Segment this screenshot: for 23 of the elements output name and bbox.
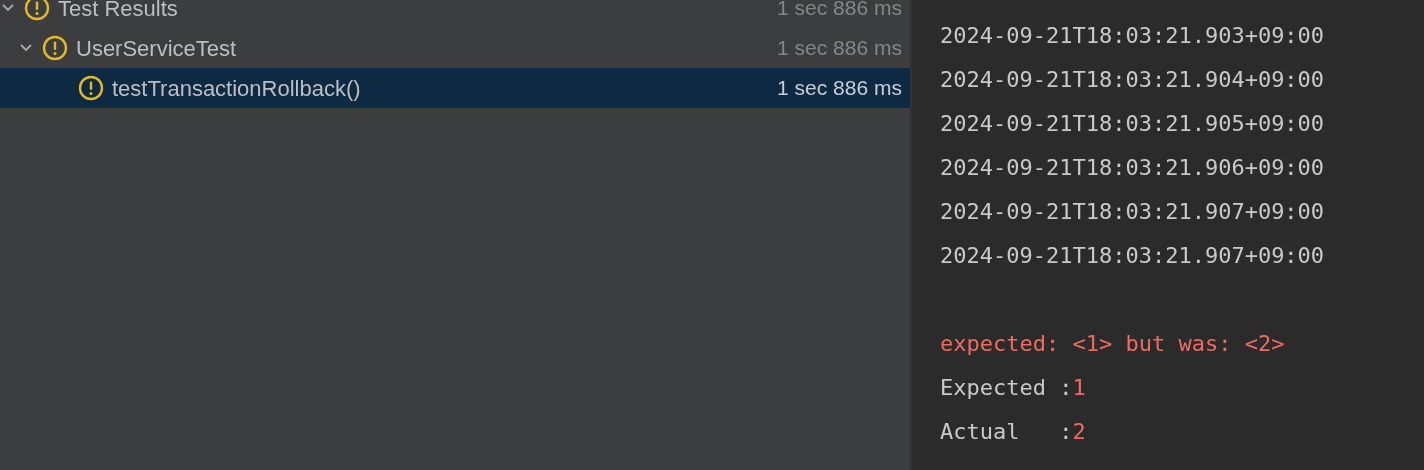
tree-row[interactable]: Test Results 1 sec 886 ms	[0, 0, 910, 28]
error-message: expected: <1> but was: <2>	[940, 329, 1285, 358]
log-line: 2024-09-21T18:03:21.905+09:00	[940, 109, 1325, 138]
warning-icon	[42, 35, 68, 61]
tree-row[interactable]: UserServiceTest 1 sec 886 ms	[0, 28, 910, 68]
log-line: 2024-09-21T18:03:21.907+09:00	[940, 197, 1325, 226]
test-duration: 1 sec 886 ms	[777, 75, 902, 102]
log-line: 2024-09-21T18:03:21.904+09:00	[940, 65, 1325, 94]
compare-value: 1	[1072, 373, 1086, 402]
compare-label: Actual :	[940, 417, 1073, 446]
tree-row[interactable]: testTransactionRollback() 1 sec 886 ms	[0, 68, 910, 108]
warning-icon	[78, 75, 104, 101]
test-name: Test Results	[58, 0, 178, 23]
test-duration: 1 sec 886 ms	[777, 35, 902, 62]
test-name: testTransactionRollback()	[112, 74, 361, 103]
compare-value: 2	[1072, 417, 1086, 446]
warning-icon	[24, 0, 50, 21]
log-line: 2024-09-21T18:03:21.907+09:00	[940, 241, 1325, 270]
compare-label: Expected :	[940, 373, 1073, 402]
log-line: 2024-09-21T18:03:21.906+09:00	[940, 153, 1325, 182]
log-line: 2024-09-21T18:03:21.903+09:00	[940, 21, 1325, 50]
test-name: UserServiceTest	[76, 34, 237, 63]
test-duration: 1 sec 886 ms	[777, 0, 902, 22]
